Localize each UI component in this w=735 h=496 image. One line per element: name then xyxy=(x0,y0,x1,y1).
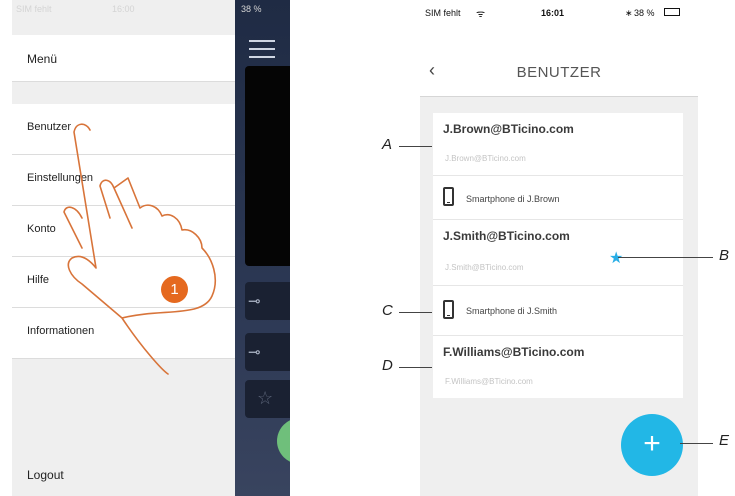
status-battery: 38 % xyxy=(241,4,262,14)
callout-label-b: B xyxy=(719,247,730,264)
hamburger-icon-line xyxy=(249,56,275,58)
callout-line xyxy=(399,312,432,313)
callout-label-d: D xyxy=(382,357,393,374)
user-email-sub: J.Smith@BTicino.com xyxy=(445,263,524,272)
status-bar: SIM fehlt ᯤ 16:01 ∗ 38 % xyxy=(420,0,698,26)
add-user-button[interactable]: + xyxy=(621,414,683,476)
user-row[interactable]: J.Brown@BTicino.com J.Brown@BTicino.com xyxy=(433,113,683,176)
menu-header: Menü xyxy=(12,35,235,82)
hamburger-icon-line xyxy=(249,48,275,50)
background-app-strip: 38 % ⊸ ⊸ ☆ xyxy=(235,0,290,496)
device-row[interactable]: Smartphone di J.Smith xyxy=(433,285,683,336)
user-row[interactable]: J.Smith@BTicino.com J.Smith@BTicino.com xyxy=(433,219,683,286)
callout-label-e: E xyxy=(719,432,730,449)
hamburger-icon[interactable] xyxy=(249,40,275,42)
right-phone-screen: SIM fehlt ᯤ 16:01 ∗ 38 % ‹ BENUTZER J.Br… xyxy=(420,0,698,496)
user-email-sub: F.Williams@BTicino.com xyxy=(445,377,533,386)
hand-pointer-icon xyxy=(63,123,217,375)
status-carrier: SIM fehlt xyxy=(16,4,52,14)
user-row[interactable]: F.Williams@BTicino.com F.Williams@BTicin… xyxy=(433,335,683,398)
device-row[interactable]: Smartphone di J.Brown xyxy=(433,175,683,220)
user-email-sub: J.Brown@BTicino.com xyxy=(445,154,526,163)
star-icon[interactable]: ★ xyxy=(609,248,623,268)
bluetooth-icon: ∗ xyxy=(625,8,633,18)
callout-label-c: C xyxy=(382,302,393,319)
user-list: J.Brown@BTicino.com J.Brown@BTicino.com … xyxy=(433,113,683,398)
lock-key-tile[interactable]: ⊸ xyxy=(245,282,290,320)
lock-key-tile[interactable]: ⊸ xyxy=(245,333,290,371)
callout-label-a: A xyxy=(382,136,393,153)
user-email: J.Brown@BTicino.com xyxy=(443,122,574,136)
answer-button[interactable] xyxy=(277,418,290,464)
page-title: BENUTZER xyxy=(516,64,602,81)
smartphone-icon xyxy=(443,300,454,319)
wifi-icon: ᯤ xyxy=(476,9,486,20)
left-phone-screen: SIM fehlt 16:00 Menü Benutzer Einstellun… xyxy=(12,0,290,496)
user-email: F.Williams@BTicino.com xyxy=(443,345,585,359)
star-outline-icon: ☆ xyxy=(257,388,274,408)
menu-item-label: Hilfe xyxy=(27,274,50,286)
status-time: 16:01 xyxy=(541,8,565,18)
key-icon: ⊸ xyxy=(248,293,261,310)
step-number-badge: 1 xyxy=(161,276,188,303)
logout-link[interactable]: Logout xyxy=(27,468,64,482)
nav-bar: ‹ BENUTZER xyxy=(420,26,698,97)
device-name: Smartphone di J.Brown xyxy=(466,194,560,204)
status-time: 16:00 xyxy=(112,4,135,14)
user-email: J.Smith@BTicino.com xyxy=(443,229,570,243)
status-battery: 38 % xyxy=(634,8,655,18)
camera-preview xyxy=(245,66,290,266)
callout-line xyxy=(399,367,432,368)
status-carrier: SIM fehlt xyxy=(425,8,461,18)
callout-line xyxy=(399,146,432,147)
battery-icon xyxy=(664,8,680,16)
smartphone-icon xyxy=(443,187,454,206)
device-name: Smartphone di J.Smith xyxy=(466,306,558,316)
key-icon: ⊸ xyxy=(248,344,261,361)
favorite-tile[interactable]: ☆ xyxy=(245,380,290,418)
callout-line xyxy=(680,443,713,444)
menu-title: Menü xyxy=(27,52,58,66)
callout-line xyxy=(618,257,713,258)
